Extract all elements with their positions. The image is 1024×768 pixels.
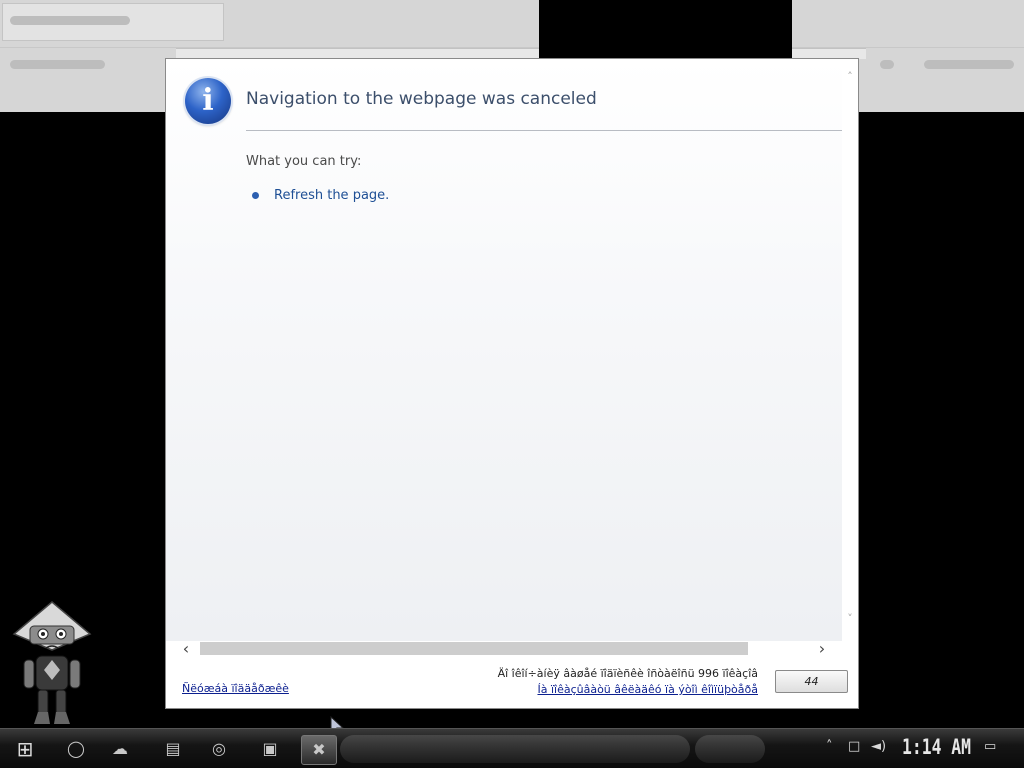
save-app-icon[interactable]: ▤ [158,735,188,763]
taskbar-decoration [340,735,690,763]
navigation-canceled-dialog: i Navigation to the webpage was canceled… [166,59,858,708]
status-area: Ñëóæáà ïîääåðæêè Äî îêîí÷àíèÿ âàøåé ïîäï… [166,657,858,708]
subscription-status-text: Äî îêîí÷àíèÿ âàøåé ïîäïèñêè îñòàëîñü 996… [497,667,758,680]
bullet-icon [252,192,259,199]
chevron-up-icon[interactable]: ˄ [826,739,833,754]
circle-app-icon[interactable]: ◯ [61,735,91,763]
globe-app-icon[interactable]: ◎ [204,735,234,763]
action-center-icon[interactable]: ▭ [984,739,996,754]
background-placeholder-bar [10,16,130,25]
horizontal-scroll-thumb[interactable] [200,642,748,655]
scroll-up-icon[interactable]: ˄ [842,69,858,85]
support-link[interactable]: Ñëóæáà ïîääåðæêè [182,682,289,695]
vertical-scrollbar[interactable]: ˄ ˅ [842,59,858,641]
what-you-can-try-label: What you can try: [246,154,362,169]
taskbar-clock[interactable]: 1:14 AM [902,735,971,759]
background-placeholder-bar [880,60,894,69]
background-placeholder-bar [924,60,1014,69]
count-button[interactable]: 44 [775,670,848,693]
refresh-page-link[interactable]: Refresh the page. [274,188,389,203]
background-black-region [539,0,792,58]
desktop-screen: i Navigation to the webpage was canceled… [0,0,1024,768]
title-divider [246,130,842,131]
windows-start-icon[interactable]: ⊞ [8,733,42,765]
peridot-mascot-image [12,601,92,724]
taskbar: ⊞ ◯ ☁ ▤ ◎ ▣ ✖ ˄ □ ◄) 1:14 AM ▭ [0,728,1024,768]
shield-x-app-icon[interactable]: ✖ [301,735,337,765]
puzzle-app-icon[interactable]: ▣ [255,735,285,763]
cloud-app-icon[interactable]: ☁ [104,735,136,763]
dont-show-tab-link[interactable]: Íà ïîêàçûâàòü âêëàäêó ïà ýòîì êîìïüþòåðå [537,683,758,696]
network-icon[interactable]: □ [848,739,860,754]
scroll-down-icon[interactable]: ˅ [842,611,858,627]
background-placeholder-bar [10,60,105,69]
scroll-left-icon[interactable]: ‹ [178,641,194,657]
scroll-right-icon[interactable]: › [814,641,830,657]
dialog-content: i Navigation to the webpage was canceled… [166,59,842,641]
info-icon: i [185,78,231,124]
horizontal-scrollbar[interactable]: ‹ › [178,641,834,657]
taskbar-decoration [695,735,765,763]
page-title: Navigation to the webpage was canceled [246,89,597,109]
volume-icon[interactable]: ◄) [871,739,886,754]
